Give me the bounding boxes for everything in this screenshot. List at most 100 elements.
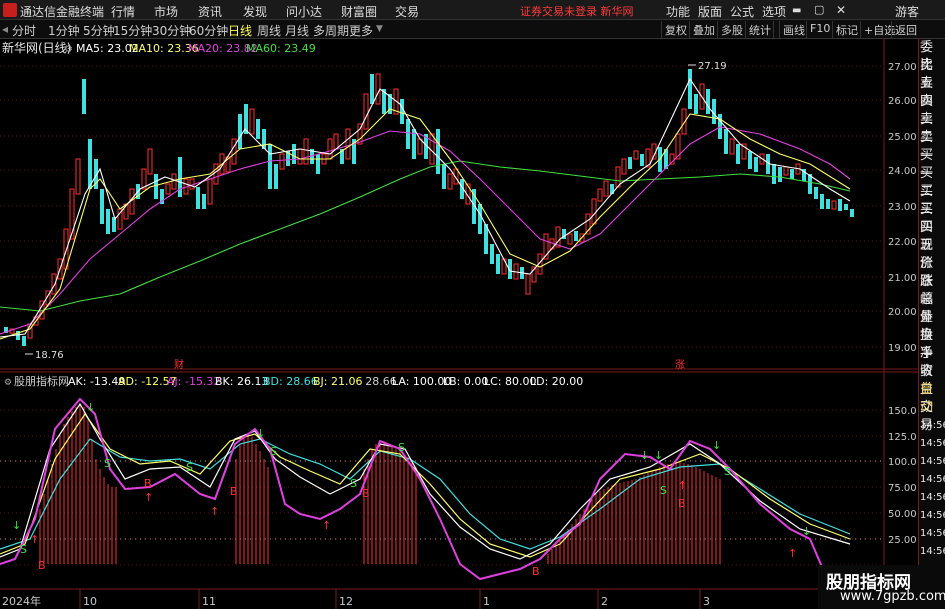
- watermark-url: www.7gpzb.com: [840, 589, 945, 604]
- menu-function[interactable]: 功能: [666, 3, 690, 20]
- x-axis-label: 3: [703, 595, 710, 608]
- indicator-extra: : 28.66: [358, 375, 397, 388]
- y-tick: 23.00: [888, 202, 917, 213]
- indicator-aj: AJ: -15.32: [167, 375, 220, 388]
- tab-5min[interactable]: 5分钟: [83, 22, 115, 39]
- sidebar-item[interactable]: 卖四: [919, 75, 945, 109]
- more-dropdown-icon[interactable]: ▼: [376, 24, 383, 34]
- high-price-label: 27.19: [698, 61, 727, 72]
- sidebar-item[interactable]: 收益: [919, 363, 945, 397]
- menu-wealth[interactable]: 财富圈: [341, 3, 377, 20]
- mark-button[interactable]: 标记: [832, 21, 861, 38]
- quote-sidebar: 委比 卖五 卖四 卖三 卖二 卖一 买一 买二 买三 买四 买五 现价 涨跌 涨…: [918, 39, 945, 609]
- menu-formula[interactable]: 公式: [730, 3, 754, 20]
- minimize-icon[interactable]: ▬: [792, 5, 801, 16]
- up-arrow-icon: ↑: [788, 547, 797, 560]
- indicator-y-tick: 25.00: [888, 535, 917, 546]
- tab-1min[interactable]: 1分钟: [48, 22, 80, 39]
- sidebar-item[interactable]: 委比: [919, 39, 945, 73]
- menu-trade[interactable]: 交易: [395, 3, 419, 20]
- f10-button[interactable]: F10: [806, 21, 833, 38]
- menu-quotes[interactable]: 行情: [111, 3, 135, 20]
- signal-s: S: [20, 543, 27, 556]
- y-tick: 19.00: [888, 343, 917, 354]
- indicator-lb: LB: 0.00: [443, 375, 488, 388]
- menu-discover[interactable]: 发现: [243, 3, 267, 20]
- indicator-gear-icon[interactable]: ⚙: [4, 378, 12, 388]
- tab-more[interactable]: 更多: [349, 22, 373, 39]
- sidebar-item[interactable]: 换手: [919, 327, 945, 361]
- sidebar-item[interactable]: 卖一: [919, 129, 945, 163]
- adjust-button[interactable]: 复权: [661, 21, 690, 38]
- signal-s: S: [270, 445, 277, 458]
- tab-monthly[interactable]: 月线: [285, 22, 309, 39]
- close-icon[interactable]: ✕: [836, 3, 846, 17]
- sidebar-item[interactable]: 买一: [919, 147, 945, 181]
- x-axis-label: 12: [339, 595, 353, 608]
- menu-market[interactable]: 市场: [154, 3, 178, 20]
- signal-s: S: [350, 477, 357, 490]
- sidebar-item[interactable]: 卖五: [919, 57, 945, 91]
- tab-60min[interactable]: 60分钟: [189, 22, 228, 39]
- multi-stock-button[interactable]: 多股: [717, 21, 746, 38]
- signal-s: S: [186, 461, 193, 474]
- app-name: 通达信金融终端: [20, 5, 105, 19]
- sidebar-item[interactable]: 买二: [919, 165, 945, 199]
- sidebar-item[interactable]: 买四: [919, 201, 945, 235]
- maximize-icon[interactable]: ▢: [814, 3, 824, 16]
- indicator-y-tick: 100.0: [888, 457, 917, 468]
- login-warning: 证券交易未登录 新华网: [520, 5, 634, 18]
- sidebar-item[interactable]: 买三: [919, 183, 945, 217]
- menu-layout[interactable]: 版面: [698, 3, 722, 20]
- sidebar-item[interactable]: 涨跌: [919, 255, 945, 289]
- stock-title: 新华网(日线): [2, 40, 71, 55]
- rise-marker[interactable]: 涨: [675, 359, 685, 371]
- draw-line-button[interactable]: 画线: [779, 21, 808, 38]
- tab-daily[interactable]: 日线: [228, 22, 252, 39]
- finance-marker[interactable]: 财: [174, 358, 184, 371]
- y-tick: 25.00: [888, 132, 917, 143]
- collapse-icon[interactable]: ◂: [2, 22, 8, 36]
- indicator-ref-lines: [0, 460, 884, 540]
- indicator-y-tick: 125.0: [888, 432, 917, 443]
- price-annotations: 27.19 18.76 财 涨: [25, 61, 727, 371]
- signal-b: B: [230, 485, 238, 498]
- stats-button[interactable]: 统计: [745, 21, 774, 38]
- sidebar-item[interactable]: 净资: [919, 345, 945, 379]
- ma60-label: MA60: 23.49: [246, 42, 316, 55]
- sidebar-item[interactable]: 卖二: [919, 111, 945, 145]
- tab-timeshare[interactable]: 分时: [12, 22, 36, 39]
- tab-30min[interactable]: 30分钟: [152, 22, 191, 39]
- watermark: 股朋指标网 www.7gpzb.com: [818, 565, 945, 609]
- sidebar-item[interactable]: 外盘: [919, 309, 945, 343]
- indicator-ak: AK: -13.49: [68, 375, 125, 388]
- sidebar-item[interactable]: 涨幅: [919, 273, 945, 307]
- tab-multi-period[interactable]: 多周期: [313, 22, 349, 39]
- indicator-legend: ⚙ 股朋指标网 AK: -13.49 AD: -12.57 AJ: -15.32…: [4, 374, 583, 388]
- sidebar-item[interactable]: 卖三: [919, 93, 945, 127]
- sidebar-time: 14:56: [920, 420, 945, 431]
- tab-15min[interactable]: 15分钟: [113, 22, 152, 39]
- sidebar-time: 14:56: [920, 528, 945, 539]
- user-guest[interactable]: 游客: [895, 3, 919, 20]
- chart-area[interactable]: 新华网(日线) ⚙ MA5: 23.02 MA10: 23.36 MA20: 2…: [0, 39, 918, 609]
- sidebar-item[interactable]: 总量: [919, 291, 945, 325]
- menu-options[interactable]: 选项: [762, 3, 786, 20]
- back-button[interactable]: 返回: [891, 21, 920, 38]
- menu-ask[interactable]: 问小达: [286, 3, 322, 20]
- signal-b: B: [678, 497, 686, 510]
- menu-news[interactable]: 资讯: [198, 3, 222, 20]
- indicator-lc: LC: 80.00: [484, 375, 537, 388]
- sidebar-auto-tab[interactable]: 自动: [919, 381, 945, 415]
- overlay-button[interactable]: 叠加: [689, 21, 718, 38]
- sidebar-item[interactable]: 买五: [919, 219, 945, 253]
- sidebar-trade-tab[interactable]: 交易: [919, 399, 945, 433]
- settings-gear-icon[interactable]: ⚙: [64, 44, 73, 55]
- tab-weekly[interactable]: 周线: [257, 22, 281, 39]
- y-tick: 24.00: [888, 166, 917, 177]
- indicator-ld: LD: 20.00: [530, 375, 583, 388]
- sidebar-item[interactable]: 现价: [919, 237, 945, 271]
- main-grid: [0, 65, 884, 348]
- up-arrow-icon: ↑: [678, 479, 687, 492]
- down-arrow-icon: ↓: [12, 519, 21, 532]
